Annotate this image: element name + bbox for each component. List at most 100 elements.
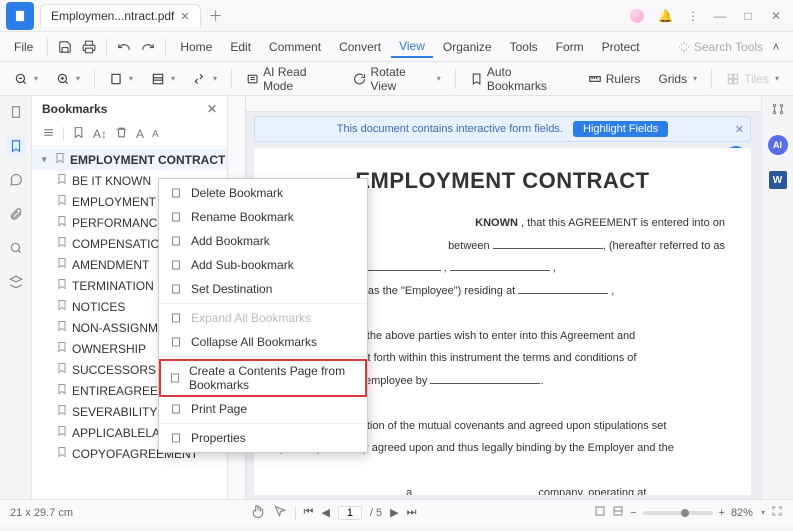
window-close[interactable]: ✕ [769,9,783,23]
redo-icon[interactable] [137,36,159,58]
context-item-icon [169,371,181,385]
first-page-icon[interactable]: ⏮ [304,506,314,519]
document-tab[interactable]: Employmen...ntract.pdf ✕ [40,4,201,27]
kebab-menu-icon[interactable]: ⋮ [687,9,699,23]
tab-close-icon[interactable]: ✕ [180,10,189,23]
menu-convert[interactable]: Convert [331,37,389,57]
context-item-icon [169,210,183,224]
ctx-print-page[interactable]: Print Page [159,397,367,421]
next-page-icon[interactable]: ▶ [390,506,398,519]
ctx-properties[interactable]: Properties [159,426,367,450]
bookmark-root[interactable]: ▾EMPLOYMENT CONTRACT [32,149,227,170]
search-tools-placeholder: Search Tools [694,40,763,54]
rail-layers-icon[interactable] [6,272,26,292]
app-icon [6,2,34,30]
ai-read-mode-button[interactable]: AI Read Mode [240,62,341,96]
print-icon[interactable] [78,36,100,58]
hand-tool-icon[interactable] [251,504,265,521]
ctx-create-a-contents-page-from-bookmarks[interactable]: Create a Contents Page from Bookmarks [159,359,367,397]
rightrail-word-icon[interactable]: W [769,171,787,189]
fit-width-icon[interactable] [612,505,624,520]
fullscreen-icon[interactable] [771,505,783,520]
prev-page-icon[interactable]: ◀ [321,506,329,519]
menu-edit[interactable]: Edit [222,37,259,57]
context-item-label: Add Sub-bookmark [191,258,294,272]
ruler-icon [588,72,602,86]
zoom-out-button[interactable]: ▾ [8,69,44,89]
ctx-rename-bookmark[interactable]: Rename Bookmark [159,205,367,229]
collapse-ribbon-icon[interactable]: ˄ [765,36,787,58]
user-avatar[interactable] [630,9,644,23]
bm-text-large-icon[interactable]: A↕ [93,127,107,141]
menu-organize[interactable]: Organize [435,37,500,57]
bm-add-icon[interactable] [72,126,85,142]
context-item-label: Add Bookmark [191,234,270,248]
window-minimize[interactable]: — [713,9,727,23]
notification-icon[interactable]: 🔔 [658,9,673,23]
menu-home[interactable]: Home [172,37,220,57]
menu-file[interactable]: File [6,37,41,57]
tiles-icon [726,72,740,86]
save-icon[interactable] [54,36,76,58]
ctx-add-sub-bookmark[interactable]: Add Sub-bookmark [159,253,367,277]
context-item-label: Delete Bookmark [191,186,283,200]
rulers-button[interactable]: Rulers [582,69,647,89]
context-item-icon [169,234,183,248]
zoom-in-button[interactable]: ▾ [50,69,86,89]
ctx-delete-bookmark[interactable]: Delete Bookmark [159,181,367,205]
ctx-set-destination[interactable]: Set Destination [159,277,367,301]
context-item-icon [169,258,183,272]
ctx-add-bookmark[interactable]: Add Bookmark [159,229,367,253]
banner-close-icon[interactable]: ✕ [735,123,744,136]
bm-text-increase-icon[interactable]: A [136,127,144,141]
rail-bookmarks-icon[interactable] [6,136,26,156]
rail-comments-icon[interactable] [6,170,26,190]
bookmarks-title: Bookmarks [42,102,107,116]
rightrail-settings-icon[interactable] [771,102,785,119]
rotate-view-button[interactable]: Rotate View▾ [347,62,446,96]
window-maximize[interactable]: □ [741,9,755,23]
bm-delete-icon[interactable] [115,126,128,142]
rotate-label: Rotate View [370,65,430,93]
context-item-icon [169,186,183,200]
rail-search-icon[interactable] [6,238,26,258]
zoom-slider[interactable] [643,511,713,515]
zoom-out-icon[interactable]: − [630,507,636,519]
menu-protect[interactable]: Protect [594,37,648,57]
ai-read-icon [246,72,259,86]
menu-comment[interactable]: Comment [261,37,329,57]
highlight-fields-button[interactable]: Highlight Fields [573,121,668,137]
tiles-button[interactable]: Tiles▾ [720,69,785,89]
search-tools[interactable]: Search Tools [678,40,763,54]
context-item-label: Expand All Bookmarks [191,311,311,325]
undo-icon[interactable] [113,36,135,58]
page-input[interactable] [338,506,362,520]
page-layout-button[interactable]: ▾ [145,69,181,89]
rail-attachments-icon[interactable] [6,204,26,224]
new-tab-button[interactable]: ＋ [209,6,223,26]
menu-form[interactable]: Form [548,37,592,57]
page-display-button[interactable]: ▾ [103,69,139,89]
bm-menu-icon[interactable] [42,126,55,142]
grids-button[interactable]: Grids▾ [652,69,703,89]
zoom-dropdown-icon[interactable]: ▾ [761,508,765,517]
grids-label: Grids [658,72,687,86]
auto-bookmarks-button[interactable]: Auto Bookmarks [464,62,576,96]
rightrail-ai-icon[interactable]: AI [768,135,788,155]
context-item-icon [169,402,183,416]
ctx-collapse-all-bookmarks[interactable]: Collapse All Bookmarks [159,330,367,354]
ai-read-label: AI Read Mode [263,65,335,93]
bm-text-decrease-icon[interactable]: A [152,129,159,140]
bookmarks-close-icon[interactable]: ✕ [207,102,217,116]
fit-page-icon[interactable] [594,505,606,520]
orientation-button[interactable]: ▾ [187,69,223,89]
zoom-in-icon[interactable]: + [719,507,725,519]
select-tool-icon[interactable] [273,504,287,521]
menu-tools[interactable]: Tools [502,37,546,57]
context-item-label: Collapse All Bookmarks [191,335,317,349]
form-fields-banner: This document contains interactive form … [254,116,751,142]
last-page-icon[interactable]: ⏭ [407,506,417,519]
rail-thumbnails-icon[interactable] [6,102,26,122]
zoom-value: 82% [731,507,753,519]
menu-view[interactable]: View [391,36,433,58]
